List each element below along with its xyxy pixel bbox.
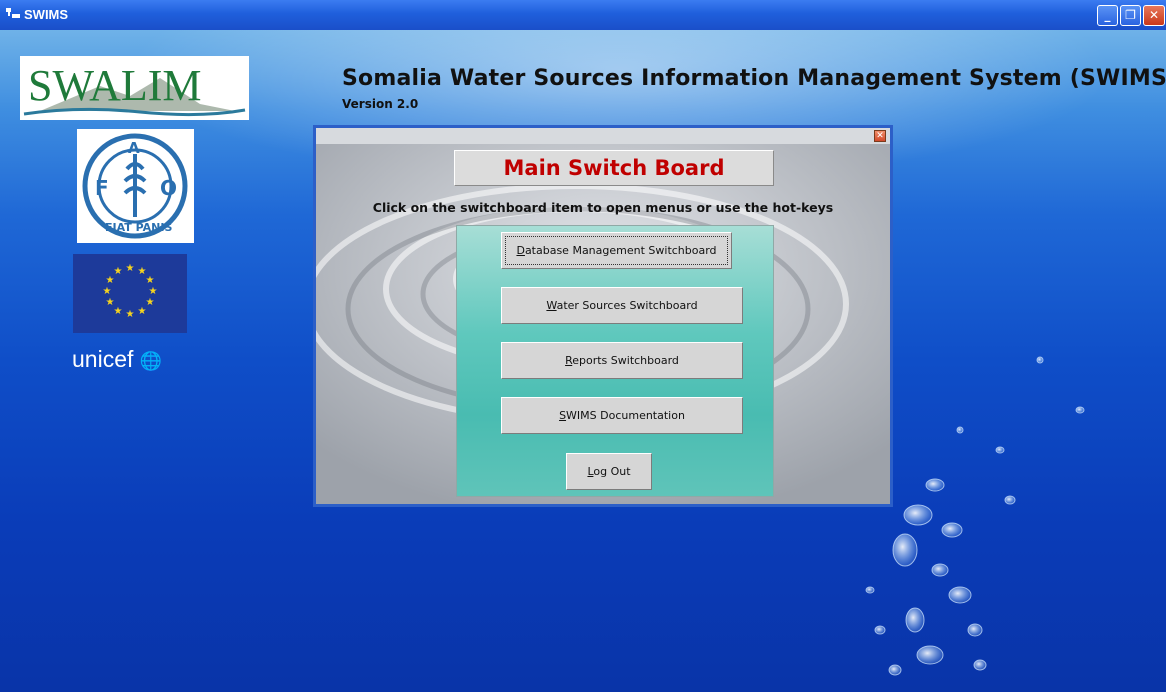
close-icon: ✕ — [1148, 8, 1160, 22]
svg-text:★: ★ — [146, 297, 155, 308]
svg-text:★: ★ — [114, 266, 123, 277]
log-out-button[interactable]: Log Out — [566, 453, 652, 490]
switchboard-instructions: Click on the switchboard item to open me… — [372, 200, 834, 215]
minimize-button[interactable]: _ — [1097, 5, 1118, 26]
svg-text:★: ★ — [149, 286, 158, 297]
close-button[interactable]: ✕ — [1143, 5, 1165, 26]
window-title-bar[interactable]: SWIMS _ ❐ ✕ — [0, 0, 1166, 30]
main-switchboard-dialog: ✕ Main Switch Board Click on the switchb… — [313, 125, 893, 507]
fao-letter-o: O — [160, 176, 177, 200]
svg-text:SWALIM: SWALIM — [28, 61, 202, 110]
switchboard-button-panel: Database Management Switchboard Water So… — [456, 225, 774, 497]
app-icon — [6, 8, 20, 18]
restore-button[interactable]: ❐ — [1120, 5, 1141, 26]
app-version: Version 2.0 — [342, 97, 419, 111]
dialog-title-bar[interactable]: ✕ — [316, 128, 890, 144]
svg-text:★: ★ — [106, 297, 115, 308]
svg-text:★: ★ — [126, 309, 135, 320]
water-background: SWALIM F A O FIAT PANIS ★ ★ ★ ★ ★ ★ ★ ★ ★ ★ ★ ★ … — [0, 30, 1166, 692]
window-title: SWIMS — [24, 7, 69, 22]
water-sources-switchboard-button[interactable]: Water Sources Switchboard — [501, 287, 743, 324]
unicef-wordmark: unicef — [72, 346, 134, 372]
fao-letter-a: A — [128, 139, 140, 157]
minimize-icon: _ — [1104, 8, 1111, 22]
svg-text:★: ★ — [114, 306, 123, 317]
svg-text:★: ★ — [138, 306, 147, 317]
fao-letter-f: F — [95, 176, 109, 200]
unicef-logo: unicef 🌐 — [72, 345, 192, 375]
fao-logo: F A O FIAT PANIS — [77, 129, 194, 243]
swalim-logo: SWALIM — [20, 56, 249, 120]
dialog-close-button[interactable]: ✕ — [874, 130, 886, 142]
restore-icon: ❐ — [1125, 8, 1136, 22]
fao-motto: FIAT PANIS — [105, 221, 172, 234]
unicef-emblem-icon: 🌐 — [139, 351, 163, 371]
svg-text:★: ★ — [146, 275, 155, 286]
reports-switchboard-button[interactable]: Reports Switchboard — [501, 342, 743, 379]
close-icon: ✕ — [876, 131, 884, 141]
switchboard-title: Main Switch Board — [454, 150, 774, 186]
swims-documentation-button[interactable]: SWIMS Documentation — [501, 397, 743, 434]
svg-text:★: ★ — [103, 286, 112, 297]
database-management-switchboard-button[interactable]: Database Management Switchboard — [501, 232, 732, 269]
svg-text:★: ★ — [126, 263, 135, 274]
app-header-title: Somalia Water Sources Information Manage… — [342, 66, 1166, 91]
eu-flag-logo: ★ ★ ★ ★ ★ ★ ★ ★ ★ ★ ★ ★ — [73, 254, 187, 333]
